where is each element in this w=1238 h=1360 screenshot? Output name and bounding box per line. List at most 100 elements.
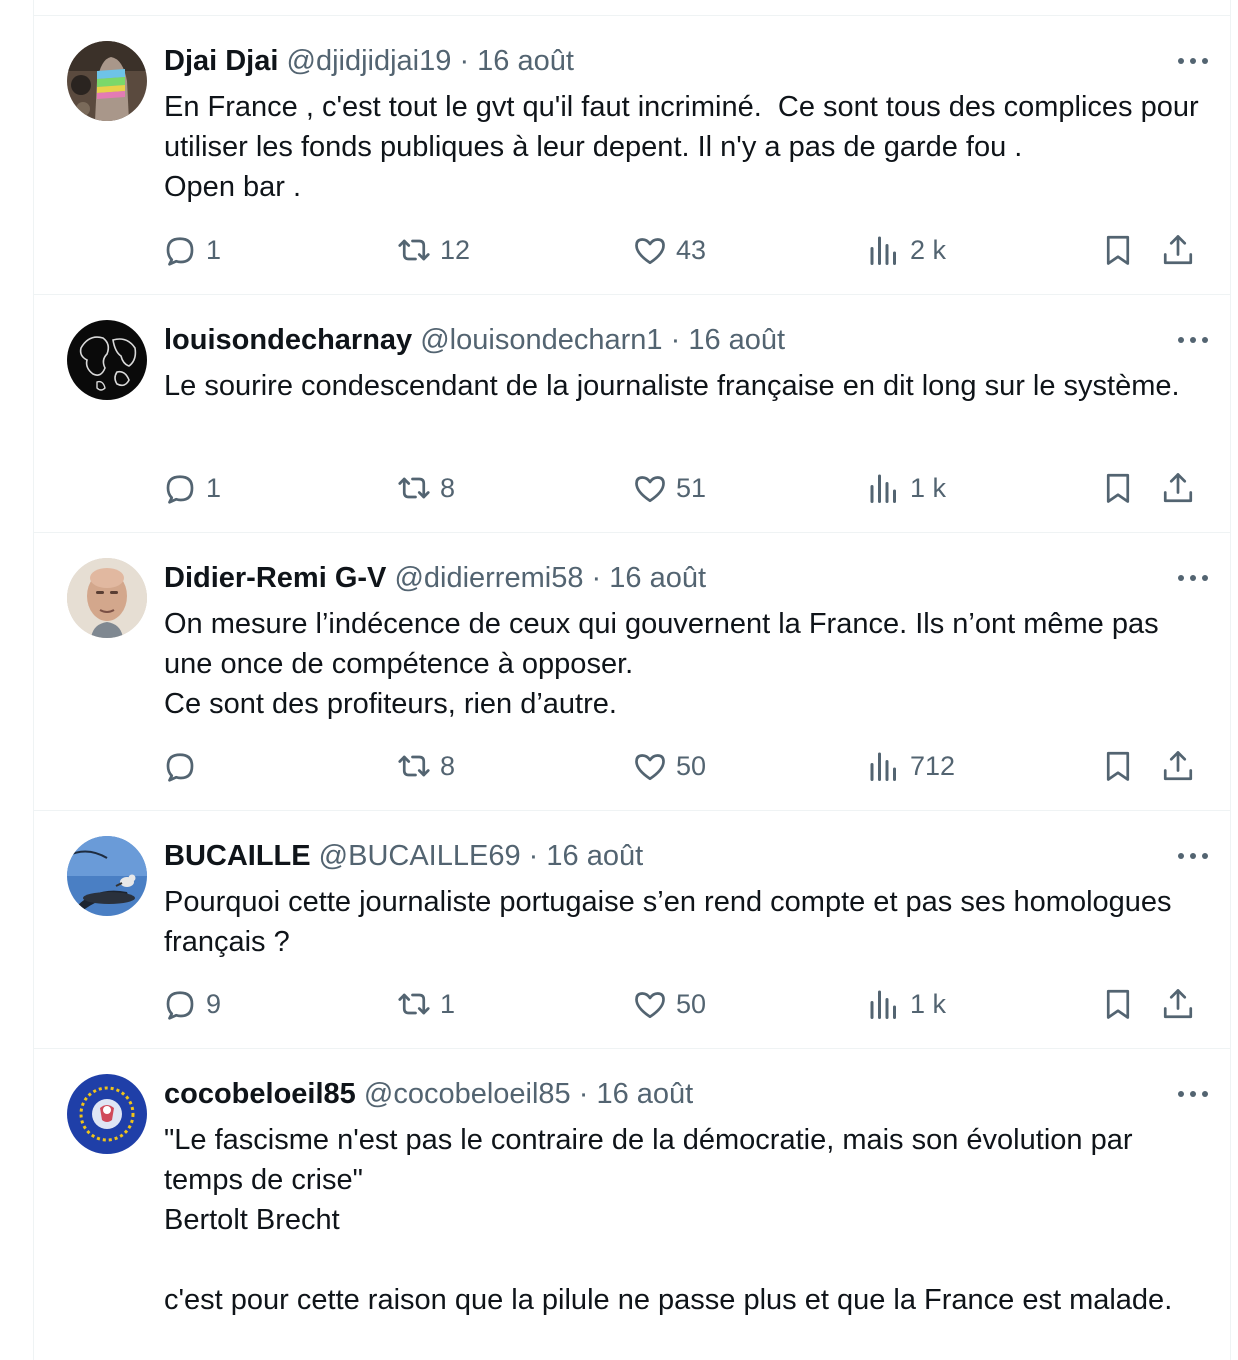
separator-dot: · [591, 562, 602, 594]
tweet-text: "Le fascisme n'est pas le contraire de l… [164, 1124, 1173, 1316]
share-upload-icon [1163, 235, 1193, 265]
more-dots-icon[interactable] [1178, 1087, 1208, 1101]
views-bar-chart-icon [870, 236, 896, 265]
avatar[interactable] [67, 558, 147, 638]
user-handle[interactable]: @louisondecharn1 [420, 324, 662, 356]
reply-icon [166, 991, 194, 1020]
tweet-text: On mesure l’indécence de ceux qui gouver… [164, 608, 1159, 720]
tweet-actions: 1 12 43 2 k [162, 230, 1200, 270]
like-count: 50 [676, 988, 707, 1019]
more-dots-icon[interactable] [1178, 54, 1208, 68]
heart-icon [635, 754, 665, 781]
bookmark-icon [1106, 473, 1130, 503]
views-count: 2 k [910, 234, 947, 265]
user-handle[interactable]: @didierremi58 [394, 562, 583, 594]
reply-button[interactable]: 9 [162, 984, 221, 1024]
retweet-count: 12 [440, 234, 471, 265]
views-button[interactable]: 2 k [866, 230, 946, 270]
share-upload-icon [1163, 989, 1193, 1019]
retweet-icon [398, 477, 430, 499]
bookmark-button[interactable] [1100, 468, 1136, 508]
retweet-button[interactable]: 8 [396, 468, 455, 508]
tweet-actions: 1 8 51 1 k [162, 468, 1200, 508]
reply-count: 1 [206, 472, 222, 503]
reply-button[interactable]: 1 [162, 230, 221, 270]
tweet-date[interactable]: 16 août [596, 1078, 693, 1110]
views-bar-chart-icon [870, 752, 896, 781]
tweet-actions: 9 1 50 1 k [162, 984, 1200, 1024]
user-handle[interactable]: @djidjidjai19 [287, 45, 452, 77]
reply-button[interactable] [162, 746, 206, 786]
user-handle[interactable]: @BUCAILLE69 [319, 840, 521, 872]
like-button[interactable]: 43 [632, 230, 706, 270]
views-count: 1 k [910, 988, 947, 1019]
retweet-count: 8 [440, 472, 456, 503]
display-name[interactable]: Djai Djai [164, 45, 278, 77]
avatar[interactable] [67, 41, 147, 121]
avatar[interactable] [67, 320, 147, 400]
share-button[interactable] [1160, 984, 1196, 1024]
share-upload-icon [1163, 473, 1193, 503]
display-name[interactable]: louisondecharnay [164, 324, 412, 356]
heart-icon [635, 992, 665, 1019]
views-button[interactable]: 1 k [866, 984, 946, 1024]
more-dots-icon[interactable] [1178, 571, 1208, 585]
like-button[interactable]: 50 [632, 984, 706, 1024]
views-count: 1 k [910, 472, 947, 503]
tweet-actions: 8 50 712 [162, 746, 1200, 786]
tweet[interactable]: Didier-Remi G-V @didierremi58 · 16 août … [34, 533, 1230, 811]
avatar[interactable] [67, 1074, 147, 1154]
display-name[interactable]: BUCAILLE [164, 840, 311, 872]
retweet-icon [398, 239, 430, 261]
tweet-date[interactable]: 16 août [477, 45, 574, 77]
retweet-icon [398, 755, 430, 777]
bookmark-icon [1106, 235, 1130, 265]
reply-count: 9 [206, 988, 222, 1019]
tweet[interactable]: cocobeloeil85 @cocobeloeil85 · 16 août "… [34, 1049, 1230, 1360]
bookmark-icon [1106, 751, 1130, 781]
display-name[interactable]: Didier-Remi G-V [164, 562, 386, 594]
share-button[interactable] [1160, 468, 1196, 508]
bookmark-button[interactable] [1100, 984, 1136, 1024]
like-count: 50 [676, 750, 707, 781]
views-button[interactable]: 712 [866, 746, 955, 786]
retweet-button[interactable]: 12 [396, 230, 470, 270]
tweet-text: Le sourire condescendant de la journalis… [164, 370, 1180, 402]
reply-icon [166, 475, 194, 504]
avatar[interactable] [67, 836, 147, 916]
heart-icon [635, 476, 665, 503]
more-dots-icon[interactable] [1178, 849, 1208, 863]
tweet-date[interactable]: 16 août [688, 324, 785, 356]
share-button[interactable] [1160, 230, 1196, 270]
separator-dot: · [578, 1078, 589, 1110]
tweet-date[interactable]: 16 août [546, 840, 643, 872]
user-handle[interactable]: @cocobeloeil85 [364, 1078, 571, 1110]
tweet-header: louisondecharnay @louisondecharn1 · 16 a… [164, 322, 785, 358]
retweet-icon [398, 993, 430, 1015]
more-dots-icon[interactable] [1178, 333, 1208, 347]
tweet[interactable]: Djai Djai @djidjidjai19 · 16 août En Fra… [34, 16, 1230, 295]
views-count: 712 [910, 750, 956, 781]
tweet-header: Djai Djai @djidjidjai19 · 16 août [164, 43, 574, 79]
bookmark-button[interactable] [1100, 230, 1136, 270]
views-button[interactable]: 1 k [866, 468, 946, 508]
tweet-date[interactable]: 16 août [609, 562, 706, 594]
reply-button[interactable]: 1 [162, 468, 221, 508]
reply-icon [166, 753, 194, 782]
like-button[interactable]: 50 [632, 746, 706, 786]
tweet-text: Pourquoi cette journaliste portugaise s’… [164, 886, 1180, 958]
retweet-button[interactable]: 8 [396, 746, 455, 786]
bookmark-button[interactable] [1100, 746, 1136, 786]
timeline: Djai Djai @djidjidjai19 · 16 août En Fra… [33, 0, 1231, 1360]
retweet-button[interactable]: 1 [396, 984, 455, 1024]
like-count: 43 [676, 234, 707, 265]
tweet[interactable]: louisondecharnay @louisondecharn1 · 16 a… [34, 295, 1230, 533]
reply-count: 1 [206, 234, 222, 265]
tweet[interactable]: BUCAILLE @BUCAILLE69 · 16 août Pourquoi … [34, 811, 1230, 1049]
share-button[interactable] [1160, 746, 1196, 786]
like-button[interactable]: 51 [632, 468, 706, 508]
tweet-header: Didier-Remi G-V @didierremi58 · 16 août [164, 560, 706, 596]
display-name[interactable]: cocobeloeil85 [164, 1078, 356, 1110]
retweet-count: 8 [440, 750, 456, 781]
like-count: 51 [676, 472, 707, 503]
